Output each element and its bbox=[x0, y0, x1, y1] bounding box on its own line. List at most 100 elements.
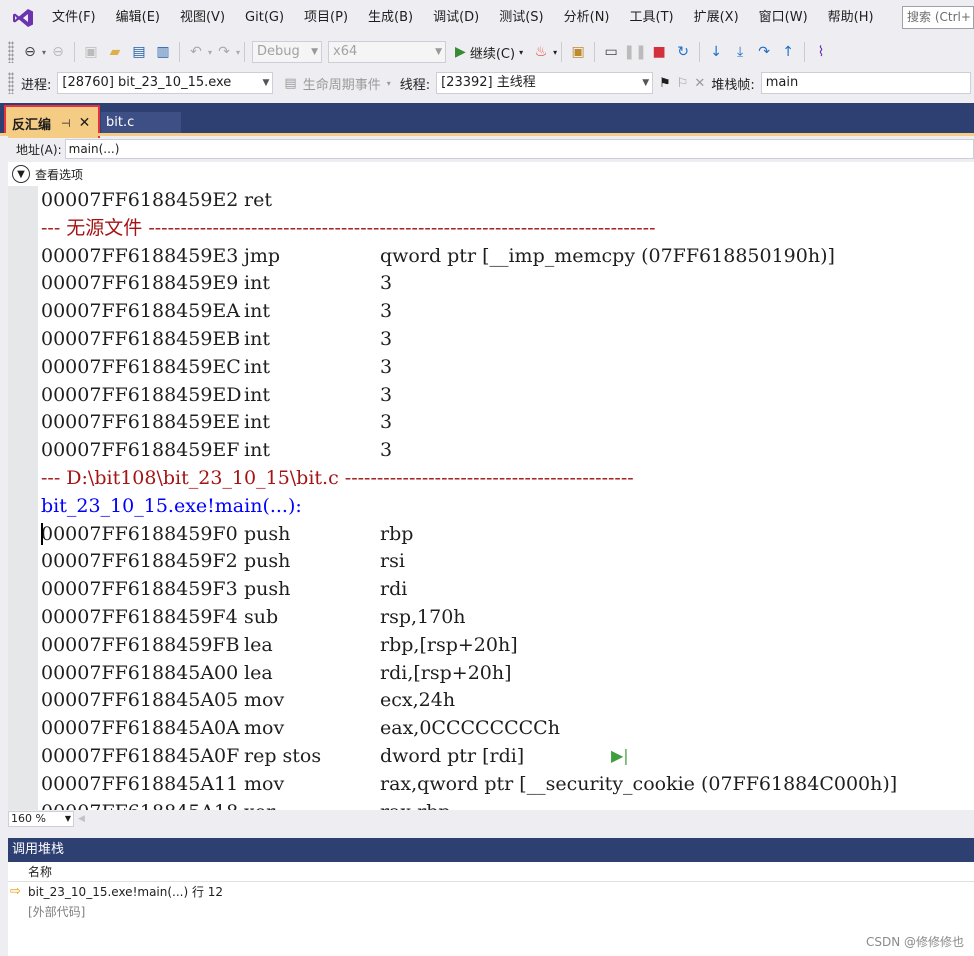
tab-bit-c[interactable]: bit.c bbox=[101, 112, 181, 133]
disasm-instruction-line[interactable]: 00007FF618845A00 lea rdi,[rsp+20h] bbox=[41, 659, 512, 687]
scroll-left-icon[interactable]: ◀ bbox=[78, 814, 85, 824]
disasm-instruction-line[interactable]: 00007FF618845A05 mov ecx,24h bbox=[41, 686, 455, 714]
column-header-name[interactable]: 名称 bbox=[8, 862, 974, 882]
lifecycle-events-icon[interactable]: ▤ bbox=[284, 76, 296, 91]
hot-reload-icon[interactable]: ♨ bbox=[530, 41, 552, 63]
save-all-icon[interactable]: ▥ bbox=[152, 41, 174, 63]
menu-item[interactable]: 视图(V) bbox=[170, 6, 235, 30]
disasm-instruction-line[interactable]: 00007FF6188459F2 push rsi bbox=[41, 547, 405, 575]
menu-item[interactable]: 项目(P) bbox=[294, 6, 358, 30]
lifecycle-events-button[interactable]: 生命周期事件 bbox=[303, 74, 381, 93]
break-all-icon[interactable]: ❚❚ bbox=[623, 41, 646, 63]
disasm-instruction-line[interactable]: 00007FF6188459F0 push rbp bbox=[41, 520, 413, 548]
disasm-instruction-line[interactable]: 00007FF6188459EE int 3 bbox=[41, 408, 392, 436]
instruction-operands: rsp,170h bbox=[380, 606, 466, 628]
back-dropdown-icon[interactable]: ▾ bbox=[42, 48, 46, 57]
disasm-instruction-line[interactable]: 00007FF6188459EF int 3 bbox=[41, 436, 392, 464]
disasm-instruction-line[interactable]: 00007FF6188459EC int 3 bbox=[41, 353, 392, 381]
undo-icon[interactable]: ↶ bbox=[185, 41, 207, 63]
indicator-margin[interactable] bbox=[8, 186, 38, 810]
continue-button[interactable]: ▶ 继续(C) ▾ bbox=[455, 43, 523, 62]
disasm-instruction-line[interactable]: 00007FF6188459FB lea rbp,[rsp+20h] bbox=[41, 631, 518, 659]
close-icon[interactable]: ✕ bbox=[79, 115, 91, 131]
visual-studio-logo-icon[interactable] bbox=[10, 5, 36, 31]
open-folder-icon[interactable]: ▰ bbox=[104, 41, 126, 63]
call-stack-title: 调用堆栈 bbox=[8, 838, 974, 862]
source-separator-line[interactable]: --- 无源文件 -------------------------------… bbox=[41, 214, 656, 242]
toolbar-separator bbox=[594, 42, 596, 62]
disassembly-view[interactable]: 00007FF6188459E2 ret --- 无源文件 ------------… bbox=[8, 186, 974, 810]
step-out-icon[interactable]: ↑ bbox=[777, 41, 799, 63]
instruction-address: 00007FF6188459E2 bbox=[41, 189, 239, 211]
menu-item[interactable]: 工具(T) bbox=[620, 6, 684, 30]
address-input[interactable]: main(...) bbox=[64, 139, 974, 159]
chevron-down-icon[interactable]: ▼ bbox=[12, 165, 30, 183]
stack-frame-label: 堆栈帧: bbox=[711, 77, 755, 93]
platform-select[interactable]: x64 ▼ bbox=[328, 41, 447, 63]
source-separator-line[interactable]: --- D:\bit108\bit_23_10_15\bit.c -------… bbox=[41, 464, 634, 492]
diagnostics-icon[interactable]: ⌇ bbox=[810, 41, 832, 63]
save-icon[interactable]: ▤ bbox=[128, 41, 150, 63]
menu-item[interactable]: 扩展(X) bbox=[684, 6, 749, 30]
menu-item[interactable]: Git(G) bbox=[235, 6, 294, 30]
stack-frame-select[interactable]: main bbox=[760, 72, 971, 94]
flag-icon[interactable]: ⚑ bbox=[659, 76, 671, 91]
disasm-instruction-line[interactable]: 00007FF6188459E9 int 3 bbox=[41, 269, 392, 297]
menu-item[interactable]: 编辑(E) bbox=[106, 6, 170, 30]
menu-item[interactable]: 调试(D) bbox=[423, 6, 489, 30]
menu-item[interactable]: 文件(F) bbox=[42, 6, 106, 30]
thread-select[interactable]: [23392] 主线程 ▼ bbox=[436, 72, 654, 94]
thread-filter-icon[interactable]: ⚐ bbox=[677, 76, 689, 91]
search-input[interactable]: 搜索 (Ctrl+ bbox=[902, 6, 974, 29]
solution-config-select[interactable]: Debug ▼ bbox=[252, 41, 323, 63]
chevron-down-icon: ▼ bbox=[642, 78, 650, 88]
menu-item[interactable]: 生成(B) bbox=[358, 6, 423, 30]
call-stack-row[interactable]: ⇨ bit_23_10_15.exe!main(...) 行 12 bbox=[8, 882, 974, 902]
instruction-opcode: mov bbox=[244, 689, 285, 712]
menu-item[interactable]: 分析(N) bbox=[554, 6, 620, 30]
disasm-instruction-line[interactable]: 00007FF618845A11 mov rax,qword ptr [__secu… bbox=[41, 770, 897, 798]
window-layout-icon[interactable]: ▭ bbox=[600, 41, 622, 63]
browse-icon[interactable]: ▣ bbox=[567, 41, 589, 63]
step-into-icon[interactable]: ⤓ bbox=[729, 41, 751, 63]
instruction-address: 00007FF618845A11 bbox=[41, 772, 239, 795]
debug-location-toolbar: 进程: [28760] bit_23_10_15.exe ▼ ▤ 生命周期事件 … bbox=[0, 68, 974, 98]
toolbar-grip[interactable] bbox=[8, 72, 14, 94]
disasm-instruction-line[interactable]: 00007FF618845A18 xor rax,rbp bbox=[41, 798, 451, 810]
disasm-instruction-line[interactable]: 00007FF6188459EA int 3 bbox=[41, 297, 392, 325]
disasm-instruction-line[interactable]: 00007FF6188459E3 jmp qword ptr [__imp_memc… bbox=[41, 242, 835, 270]
menu-item[interactable]: 测试(S) bbox=[489, 6, 553, 30]
menu-item[interactable]: 窗口(W) bbox=[749, 6, 818, 30]
flag-off-icon[interactable]: ✕ bbox=[694, 76, 705, 91]
view-options-label[interactable]: 查看选项 bbox=[35, 166, 83, 183]
undo-dropdown-icon[interactable]: ▾ bbox=[208, 48, 212, 57]
panel-divider[interactable] bbox=[0, 828, 974, 838]
hot-reload-dropdown-icon[interactable]: ▾ bbox=[553, 48, 557, 57]
menu-item[interactable]: 帮助(H) bbox=[818, 6, 884, 30]
disasm-instruction-line[interactable]: 00007FF6188459ED int 3 bbox=[41, 381, 392, 409]
pin-icon[interactable]: ⊣ bbox=[61, 117, 71, 130]
redo-icon[interactable]: ↷ bbox=[213, 41, 235, 63]
step-over-icon[interactable]: ↷ bbox=[753, 41, 775, 63]
chevron-down-icon: ▼ bbox=[262, 78, 270, 88]
back-icon[interactable]: ⊖ bbox=[19, 41, 41, 63]
disasm-instruction-line[interactable]: 00007FF618845A0A mov eax,0CCCCCCCCh bbox=[41, 714, 560, 742]
stop-icon[interactable]: ■ bbox=[648, 41, 670, 63]
disasm-instruction-line[interactable]: 00007FF6188459F3 push rdi bbox=[41, 575, 407, 603]
redo-dropdown-icon[interactable]: ▾ bbox=[236, 48, 240, 57]
run-to-cursor-icon[interactable]: ▶| bbox=[611, 742, 629, 770]
disasm-instruction-line[interactable]: 00007FF6188459EB int 3 bbox=[41, 325, 392, 353]
instruction-address: 00007FF618845A18 bbox=[41, 801, 238, 810]
disasm-instruction-line[interactable]: 00007FF6188459F4 sub rsp,170h bbox=[41, 603, 466, 631]
process-select[interactable]: [28760] bit_23_10_15.exe ▼ bbox=[57, 72, 274, 94]
show-next-statement-icon[interactable]: ↓ bbox=[705, 41, 727, 63]
zoom-select[interactable]: 160 % ▼ bbox=[8, 811, 74, 827]
restart-icon[interactable]: ↻ bbox=[672, 41, 694, 63]
disasm-instruction-line[interactable]: 00007FF6188459E2 ret bbox=[41, 186, 272, 214]
call-stack-row[interactable]: [外部代码] bbox=[8, 902, 974, 922]
new-project-icon[interactable]: ▣ bbox=[80, 41, 102, 63]
symbol-label-line[interactable]: bit_23_10_15.exe!main(...): bbox=[41, 492, 302, 520]
toolbar-grip[interactable] bbox=[8, 41, 14, 63]
disasm-instruction-line[interactable]: 00007FF618845A0F rep stos dword ptr [rdi] ▶… bbox=[41, 742, 629, 770]
forward-icon[interactable]: ⊖ bbox=[47, 41, 69, 63]
